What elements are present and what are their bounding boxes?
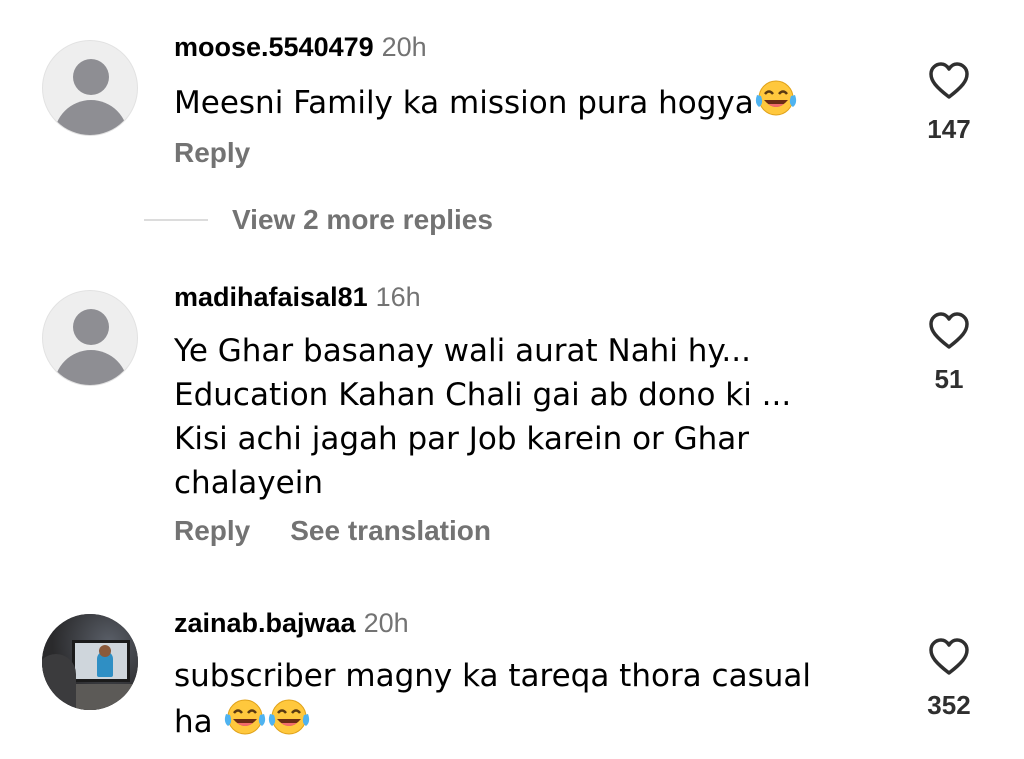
like-control: 147 — [914, 62, 984, 145]
comment-username[interactable]: moose.5540479 — [174, 32, 374, 62]
heart-outline-icon[interactable] — [914, 638, 984, 676]
comment-text-line: Education Kahan Chali gai ab dono ki ... — [174, 377, 792, 413]
default-avatar-icon[interactable] — [42, 40, 138, 136]
comment-text: Meesni Family ka mission pura hogya — [174, 79, 864, 129]
reply-button[interactable]: Reply — [174, 137, 250, 168]
comment-meta: zainab.bajwaa 20h — [174, 608, 409, 638]
default-avatar-icon[interactable] — [42, 290, 138, 386]
comment-meta: moose.5540479 20h — [174, 32, 427, 62]
face-with-tears-of-joy-icon — [223, 698, 267, 748]
comment-text-content: Meesni Family ka mission pura hogya — [174, 85, 754, 121]
comment-username[interactable]: madihafaisal81 — [174, 282, 368, 312]
comment-timestamp: 20h — [381, 32, 427, 62]
like-count: 51 — [934, 364, 964, 394]
comment-text-line-content: ha — [174, 704, 213, 740]
like-count: 352 — [927, 690, 971, 720]
like-count: 147 — [927, 114, 971, 144]
see-translation-button[interactable]: See translation — [290, 515, 491, 546]
view-more-replies-label: View 2 more replies — [232, 204, 493, 235]
face-with-tears-of-joy-icon — [754, 79, 798, 129]
comment-text: Ye Ghar basanay wali aurat Nahi hy... Ed… — [174, 329, 864, 505]
comment-username[interactable]: zainab.bajwaa — [174, 608, 356, 638]
face-with-tears-of-joy-icon — [267, 698, 311, 748]
user-avatar[interactable] — [42, 614, 138, 710]
heart-outline-icon[interactable] — [914, 62, 984, 100]
comment-meta: madihafaisal81 16h — [174, 282, 421, 312]
comment-text-line: subscriber magny ka tareqa thora casual — [174, 658, 811, 694]
comment-actions: Reply — [174, 137, 290, 169]
comment-text: subscriber magny ka tareqa thora casual … — [174, 654, 864, 748]
comment-text-line: ha — [174, 698, 864, 748]
replies-divider — [144, 219, 208, 221]
comment-timestamp: 20h — [363, 608, 409, 638]
view-more-replies-button[interactable]: View 2 more replies — [144, 204, 493, 236]
comment-text-line: chalayein — [174, 465, 323, 501]
like-control: 352 — [914, 638, 984, 721]
comment-actions: Reply See translation — [174, 515, 531, 547]
comment-timestamp: 16h — [375, 282, 421, 312]
heart-outline-icon[interactable] — [914, 312, 984, 350]
comment-text-line: Kisi achi jagah par Job karein or Ghar — [174, 421, 750, 457]
like-control: 51 — [914, 312, 984, 395]
comment-text-line: Ye Ghar basanay wali aurat Nahi hy... — [174, 333, 751, 369]
reply-button[interactable]: Reply — [174, 515, 250, 546]
